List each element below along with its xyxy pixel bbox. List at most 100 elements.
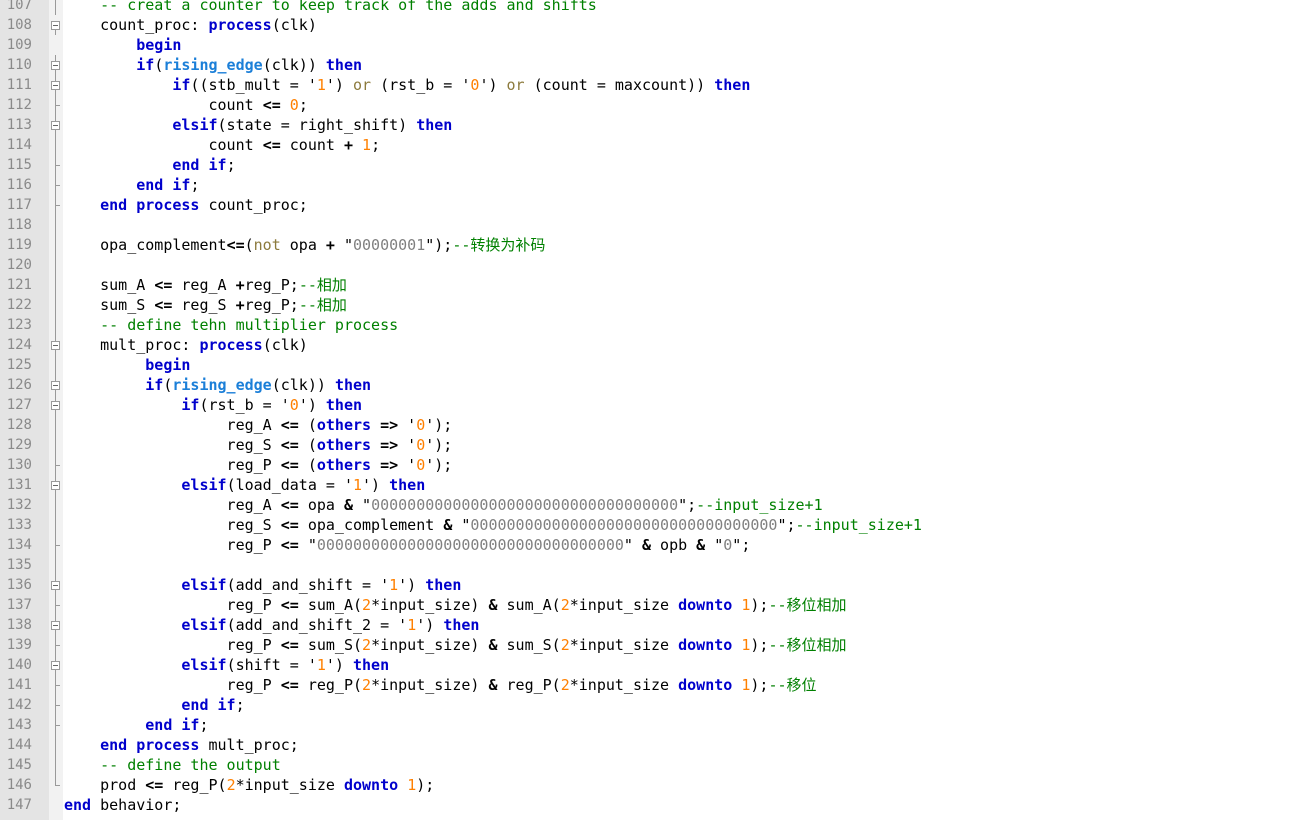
line-number: 133 bbox=[6, 517, 32, 533]
code-text: reg_S <= (others => '0'); bbox=[64, 436, 453, 454]
line-number: 115 bbox=[6, 157, 32, 173]
code-line[interactable]: 126 if(rising_edge(clk)) then bbox=[0, 375, 1291, 395]
code-line[interactable]: 118 bbox=[0, 215, 1291, 235]
line-number: 122 bbox=[6, 297, 32, 313]
fold-toggle-icon[interactable] bbox=[50, 575, 62, 595]
code-line[interactable]: 134 reg_P <= "00000000000000000000000000… bbox=[0, 535, 1291, 555]
line-number: 113 bbox=[6, 117, 32, 133]
fold-toggle-icon[interactable] bbox=[50, 115, 62, 135]
code-text: -- define the output bbox=[100, 756, 281, 774]
code-text: reg_A <= (others => '0'); bbox=[64, 416, 453, 434]
code-text: begin bbox=[136, 36, 182, 54]
code-text: elsif(add_and_shift_2 = '1') then bbox=[181, 616, 480, 634]
code-line[interactable]: 119 opa_complement<=(not opa + "00000001… bbox=[0, 235, 1291, 255]
fold-end-marker bbox=[50, 195, 62, 215]
line-number: 138 bbox=[6, 617, 32, 633]
code-text: if(rst_b = '0') then bbox=[181, 396, 363, 414]
code-text: -- creat a counter to keep track of the … bbox=[100, 0, 597, 14]
fold-toggle-icon[interactable] bbox=[50, 655, 62, 675]
code-editor[interactable]: 107 -- creat a counter to keep track of … bbox=[0, 0, 1291, 815]
fold-line bbox=[50, 735, 62, 755]
code-line[interactable]: 109 begin bbox=[0, 35, 1291, 55]
code-line[interactable]: 140 elsif(shift = '1') then bbox=[0, 655, 1291, 675]
code-line[interactable]: 117 end process count_proc; bbox=[0, 195, 1291, 215]
code-line[interactable]: 144 end process mult_proc; bbox=[0, 735, 1291, 755]
fold-line bbox=[50, 555, 62, 575]
fold-toggle-icon[interactable] bbox=[50, 375, 62, 395]
code-line[interactable]: 138 elsif(add_and_shift_2 = '1') then bbox=[0, 615, 1291, 635]
code-line[interactable]: 123 -- define tehn multiplier process bbox=[0, 315, 1291, 335]
code-line[interactable]: 115 end if; bbox=[0, 155, 1291, 175]
line-number: 111 bbox=[6, 77, 32, 93]
code-line[interactable]: 145 -- define the output bbox=[0, 755, 1291, 775]
code-line[interactable]: 129 reg_S <= (others => '0'); bbox=[0, 435, 1291, 455]
code-line[interactable]: 141 reg_P <= reg_P(2*input_size) & reg_P… bbox=[0, 675, 1291, 695]
code-text: elsif(shift = '1') then bbox=[181, 656, 390, 674]
code-text: count_proc: process(clk) bbox=[64, 16, 317, 34]
code-line[interactable]: 135 bbox=[0, 555, 1291, 575]
code-line[interactable]: 142 end if; bbox=[0, 695, 1291, 715]
code-text: reg_S <= opa_complement & "0000000000000… bbox=[64, 516, 922, 534]
code-line[interactable]: 147 end behavior; bbox=[0, 795, 1291, 815]
code-text: end process count_proc; bbox=[100, 196, 308, 214]
code-line[interactable]: 137 reg_P <= sum_A(2*input_size) & sum_A… bbox=[0, 595, 1291, 615]
line-number: 144 bbox=[6, 737, 32, 753]
code-line[interactable]: 132 reg_A <= opa & "00000000000000000000… bbox=[0, 495, 1291, 515]
line-number: 134 bbox=[6, 537, 32, 553]
code-line[interactable]: 124 mult_proc: process(clk) bbox=[0, 335, 1291, 355]
code-line[interactable]: 121 sum_A <= reg_A +reg_P;--相加 bbox=[0, 275, 1291, 295]
code-line[interactable]: 146 prod <= reg_P(2*input_size downto 1)… bbox=[0, 775, 1291, 795]
line-number: 114 bbox=[6, 137, 32, 153]
code-text: sum_A <= reg_A +reg_P;--相加 bbox=[64, 276, 347, 294]
fold-end-marker bbox=[50, 695, 62, 715]
fold-line bbox=[50, 495, 62, 515]
code-line[interactable]: 125 begin bbox=[0, 355, 1291, 375]
code-line[interactable]: 136 elsif(add_and_shift = '1') then bbox=[0, 575, 1291, 595]
fold-toggle-icon[interactable] bbox=[50, 75, 62, 95]
fold-toggle-icon[interactable] bbox=[50, 615, 62, 635]
code-text: elsif(state = right_shift) then bbox=[172, 116, 453, 134]
line-number: 128 bbox=[6, 417, 32, 433]
fold-toggle-icon[interactable] bbox=[50, 335, 62, 355]
code-line[interactable]: 110 if(rising_edge(clk)) then bbox=[0, 55, 1291, 75]
code-text: if(rising_edge(clk)) then bbox=[145, 376, 372, 394]
code-text: end if; bbox=[172, 156, 236, 174]
fold-toggle-icon[interactable] bbox=[50, 15, 62, 35]
fold-line bbox=[50, 215, 62, 235]
code-line[interactable]: 139 reg_P <= sum_S(2*input_size) & sum_S… bbox=[0, 635, 1291, 655]
code-text: end process mult_proc; bbox=[100, 736, 299, 754]
code-line[interactable]: 114 count <= count + 1; bbox=[0, 135, 1291, 155]
code-line[interactable]: 133 reg_S <= opa_complement & "000000000… bbox=[0, 515, 1291, 535]
line-number: 132 bbox=[6, 497, 32, 513]
code-line[interactable]: 122 sum_S <= reg_S +reg_P;--相加 bbox=[0, 295, 1291, 315]
code-text: reg_P <= (others => '0'); bbox=[64, 456, 453, 474]
code-text: count <= 0; bbox=[64, 96, 308, 114]
code-text: mult_proc: process(clk) bbox=[64, 336, 308, 354]
fold-toggle-icon[interactable] bbox=[50, 395, 62, 415]
line-number: 108 bbox=[6, 17, 32, 33]
code-line[interactable]: 128 reg_A <= (others => '0'); bbox=[0, 415, 1291, 435]
code-line[interactable]: 113 elsif(state = right_shift) then bbox=[0, 115, 1291, 135]
fold-end-marker bbox=[50, 455, 62, 475]
code-line[interactable]: 116 end if; bbox=[0, 175, 1291, 195]
code-text: count <= count + 1; bbox=[64, 136, 381, 154]
line-number: 112 bbox=[6, 97, 32, 113]
fold-toggle-icon[interactable] bbox=[50, 475, 62, 495]
code-line[interactable]: 108 count_proc: process(clk) bbox=[0, 15, 1291, 35]
code-text: reg_P <= reg_P(2*input_size) & reg_P(2*i… bbox=[64, 676, 817, 694]
code-line[interactable]: 143 end if; bbox=[0, 715, 1291, 735]
code-line[interactable]: 120 bbox=[0, 255, 1291, 275]
code-text: end if; bbox=[145, 716, 209, 734]
code-line[interactable]: 131 elsif(load_data = '1') then bbox=[0, 475, 1291, 495]
code-line[interactable]: 112 count <= 0; bbox=[0, 95, 1291, 115]
code-line[interactable]: 130 reg_P <= (others => '0'); bbox=[0, 455, 1291, 475]
code-line[interactable]: 111 if((stb_mult = '1') or (rst_b = '0')… bbox=[0, 75, 1291, 95]
code-line[interactable]: 107 -- creat a counter to keep track of … bbox=[0, 0, 1291, 15]
fold-toggle-icon[interactable] bbox=[50, 55, 62, 75]
fold-end-marker bbox=[50, 775, 62, 795]
line-number: 124 bbox=[6, 337, 32, 353]
line-number: 129 bbox=[6, 437, 32, 453]
code-line[interactable]: 127 if(rst_b = '0') then bbox=[0, 395, 1291, 415]
code-text: sum_S <= reg_S +reg_P;--相加 bbox=[64, 296, 347, 314]
line-number: 146 bbox=[6, 777, 32, 793]
